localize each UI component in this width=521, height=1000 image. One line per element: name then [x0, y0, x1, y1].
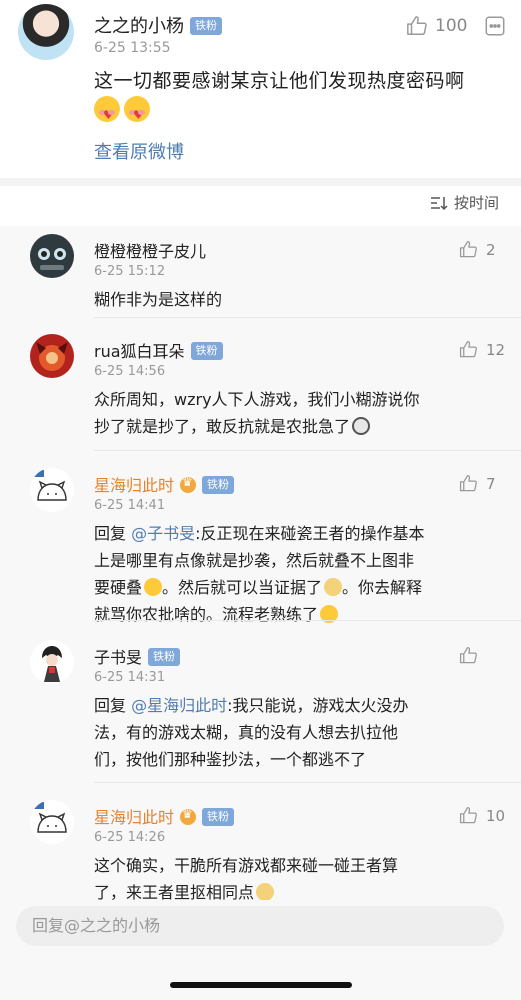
- thumb-up-icon: [459, 240, 477, 258]
- smile-emoji-icon: [144, 578, 163, 596]
- comment-time: 6-25 14:41: [94, 498, 166, 513]
- commenter-avatar[interactable]: [30, 800, 74, 844]
- comment-like-button[interactable]: 10: [459, 806, 505, 825]
- comment-time: 6-25 15:12: [94, 264, 166, 279]
- sort-by-time-button[interactable]: 按时间: [430, 192, 499, 213]
- comment-text: 这个确实，干脆所有游戏都来碰一碰王者算 了，来王者里抠相同点: [94, 856, 399, 902]
- comment-text: 众所周知，wzry人下人游戏，我们小糊游说你 抄了就是抄了，敢反抗就是农批急了: [94, 390, 420, 436]
- comment-time: 6-25 14:56: [94, 364, 166, 379]
- comment-divider: [94, 782, 521, 783]
- post-like-button[interactable]: 100: [406, 15, 467, 37]
- panda-emoji-icon: [352, 417, 371, 435]
- commenter-name[interactable]: 橙橙橙橙子皮儿: [94, 238, 206, 262]
- commenter-name[interactable]: 星海归此时铁粉: [94, 804, 235, 828]
- comment-like-button[interactable]: [459, 646, 478, 665]
- commenter-avatar[interactable]: [30, 334, 74, 378]
- section-separator: [0, 178, 521, 186]
- mention-link[interactable]: @星海归此时: [131, 696, 227, 715]
- comment-text: 糊作非为是这样的: [94, 290, 223, 309]
- home-indicator[interactable]: [170, 982, 352, 988]
- fan-badge: 铁粉: [202, 808, 235, 826]
- fan-badge: 铁粉: [190, 17, 222, 35]
- mention-link[interactable]: @子书旻: [131, 524, 195, 543]
- thumb-up-icon: [459, 474, 477, 492]
- commenter-name[interactable]: rua狐白耳朵 铁粉: [94, 338, 223, 362]
- comment-like-button[interactable]: 12: [459, 340, 505, 359]
- comment-item: 子书旻 铁粉 6-25 14:31 回复 @星海归此时:我只能说，游戏太火没办 法…: [0, 632, 521, 783]
- comment-divider: [94, 450, 521, 451]
- thumb-up-icon: [459, 806, 477, 824]
- thumb-up-icon: [459, 340, 477, 358]
- comment-divider: [94, 620, 521, 621]
- post-author-name[interactable]: 之之的小杨 铁粉: [94, 12, 222, 38]
- view-original-post-link[interactable]: 查看原微博: [94, 138, 184, 164]
- commenter-avatar[interactable]: [30, 234, 74, 278]
- fan-badge: 铁粉: [202, 476, 235, 494]
- comment-like-count: 7: [486, 474, 496, 493]
- comment-like-count: 12: [486, 340, 506, 359]
- comment-item: 橙橙橙橙子皮儿 6-25 15:12 2 糊作非为是这样的: [0, 226, 521, 318]
- comment-like-count: 2: [486, 240, 496, 259]
- thumb-up-icon: [407, 16, 427, 35]
- comment-text: 回复 @子书旻:反正现在来碰瓷王者的操作基本 上是哪里有点像就是抄袭，然后就叠不…: [94, 524, 425, 624]
- comment-like-button[interactable]: 7: [459, 474, 496, 493]
- comment-item: 星海归此时铁粉 6-25 14:41 7 回复 @子书旻:反正现在来碰瓷王者的操…: [0, 460, 521, 624]
- thumb-up-icon: [459, 646, 477, 664]
- post-time: 6-25 13:55: [94, 40, 171, 56]
- commenter-avatar[interactable]: [30, 468, 74, 512]
- more-icon: [485, 16, 505, 36]
- fan-badge: 铁粉: [148, 648, 181, 666]
- comment-text: 回复 @星海归此时:我只能说，游戏太火没办 法，有的游戏太糊，真的没有人想去扒拉…: [94, 696, 409, 769]
- comment-item: rua狐白耳朵 铁粉 6-25 14:56 12 众所周知，wzry人下人游戏，我…: [0, 326, 521, 451]
- post-emojis: ♥ ♥: [94, 96, 150, 122]
- commenter-avatar[interactable]: [30, 640, 74, 684]
- hand-emoji-icon: [324, 578, 343, 596]
- comment-list: 橙橙橙橙子皮儿 6-25 15:12 2 糊作非为是这样的 rua狐白耳朵 铁粉 …: [0, 226, 521, 902]
- blush-heart-emoji-icon: ♥: [94, 96, 120, 122]
- cat-doodle-avatar-icon: [30, 468, 74, 512]
- commenter-name[interactable]: 子书旻 铁粉: [94, 644, 181, 668]
- fox-avatar-icon: [30, 334, 74, 378]
- comment-like-button[interactable]: 2: [459, 240, 496, 259]
- comment-like-count: 10: [486, 806, 506, 825]
- comment-time: 6-25 14:31: [94, 670, 166, 685]
- vip-crown-icon: [180, 807, 197, 825]
- doge-emoji-icon: [256, 883, 275, 901]
- robot-avatar-icon: [30, 234, 74, 278]
- vip-crown-icon: [180, 475, 197, 493]
- reply-input[interactable]: 回复@之之的小杨: [16, 906, 504, 946]
- more-options-button[interactable]: [484, 15, 506, 41]
- anime-boy-avatar-icon: [30, 640, 74, 684]
- comment-time: 6-25 14:26: [94, 830, 166, 845]
- post-like-count: 100: [435, 16, 468, 36]
- cat-doodle-avatar-icon: [30, 800, 74, 844]
- reply-bar: 回复@之之的小杨: [0, 900, 521, 1000]
- post-author-avatar[interactable]: [18, 4, 74, 60]
- sort-label: 按时间: [453, 194, 499, 212]
- blush-heart-emoji-icon: ♥: [124, 96, 150, 122]
- commenter-name[interactable]: 星海归此时铁粉: [94, 472, 235, 496]
- sort-icon: [430, 196, 448, 210]
- post-text: 这一切都要感谢某京让他们发现热度密码啊: [94, 70, 465, 92]
- comment-divider: [94, 317, 521, 318]
- original-post: 之之的小杨 铁粉 6-25 13:55 这一切都要感谢某京让他们发现热度密码啊 ♥…: [0, 0, 521, 178]
- comment-item: 星海归此时铁粉 6-25 14:26 10 这个确实，干脆所有游戏都来碰一碰王者…: [0, 792, 521, 902]
- fan-badge: 铁粉: [190, 342, 223, 360]
- sort-bar: 按时间: [0, 186, 521, 226]
